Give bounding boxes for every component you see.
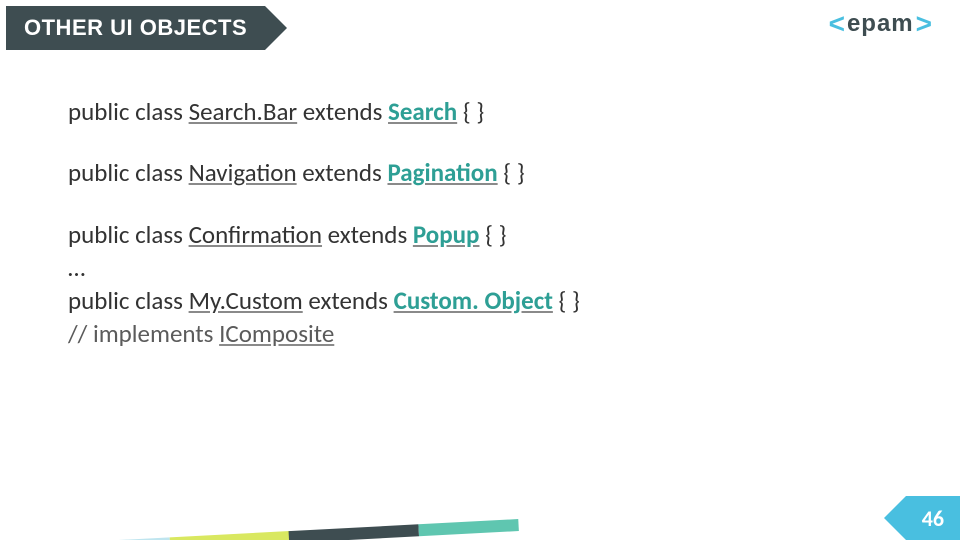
code-line-1: public class Search.Bar extends Search {… [68, 96, 580, 127]
slide-title: OTHER UI OBJECTS [6, 6, 265, 50]
code-line-5: public class My.Custom extends Custom. O… [68, 285, 580, 316]
keyword: extends [322, 219, 413, 250]
code-line-6: // implements IComposite [68, 318, 580, 349]
angle-close-icon: > [916, 10, 932, 38]
supertype: Popup [413, 219, 480, 250]
comment: // implements [68, 318, 219, 349]
decor-stripe [289, 524, 419, 540]
supertype: Custom. Object [394, 285, 553, 316]
braces: { } [553, 285, 580, 316]
interface-name: IComposite [219, 318, 334, 349]
logo-word: epam [847, 10, 914, 38]
keyword: public class [68, 96, 189, 127]
keyword: public class [68, 285, 189, 316]
decor-stripe [418, 519, 518, 536]
classname: Navigation [189, 157, 297, 188]
supertype: Search [388, 96, 457, 127]
code-line-4: … [68, 252, 580, 283]
title-chevron-dark [265, 6, 287, 50]
braces: { } [479, 219, 506, 250]
classname: My.Custom [189, 285, 303, 316]
classname: Confirmation [189, 219, 322, 250]
keyword: extends [303, 285, 394, 316]
epam-logo: < epam > [829, 10, 932, 38]
keyword: extends [297, 157, 388, 188]
braces: { } [457, 96, 484, 127]
title-bar: OTHER UI OBJECTS [6, 6, 339, 50]
page-number-badge: 46 [884, 496, 960, 540]
keyword: extends [297, 96, 388, 127]
classname: Search.Bar [189, 96, 298, 127]
decor-stripe [169, 531, 289, 540]
slide-content: public class Search.Bar extends Search {… [68, 96, 580, 352]
code-line-2: public class Navigation extends Paginati… [68, 157, 580, 188]
page-badge-arrow-icon [884, 496, 906, 540]
angle-open-icon: < [829, 10, 845, 38]
footer-decor [0, 517, 515, 540]
page-number: 46 [906, 496, 960, 540]
supertype: Pagination [387, 157, 497, 188]
keyword: public class [68, 219, 189, 250]
keyword: public class [68, 157, 189, 188]
braces: { } [498, 157, 525, 188]
code-line-3: public class Confirmation extends Popup … [68, 219, 580, 250]
